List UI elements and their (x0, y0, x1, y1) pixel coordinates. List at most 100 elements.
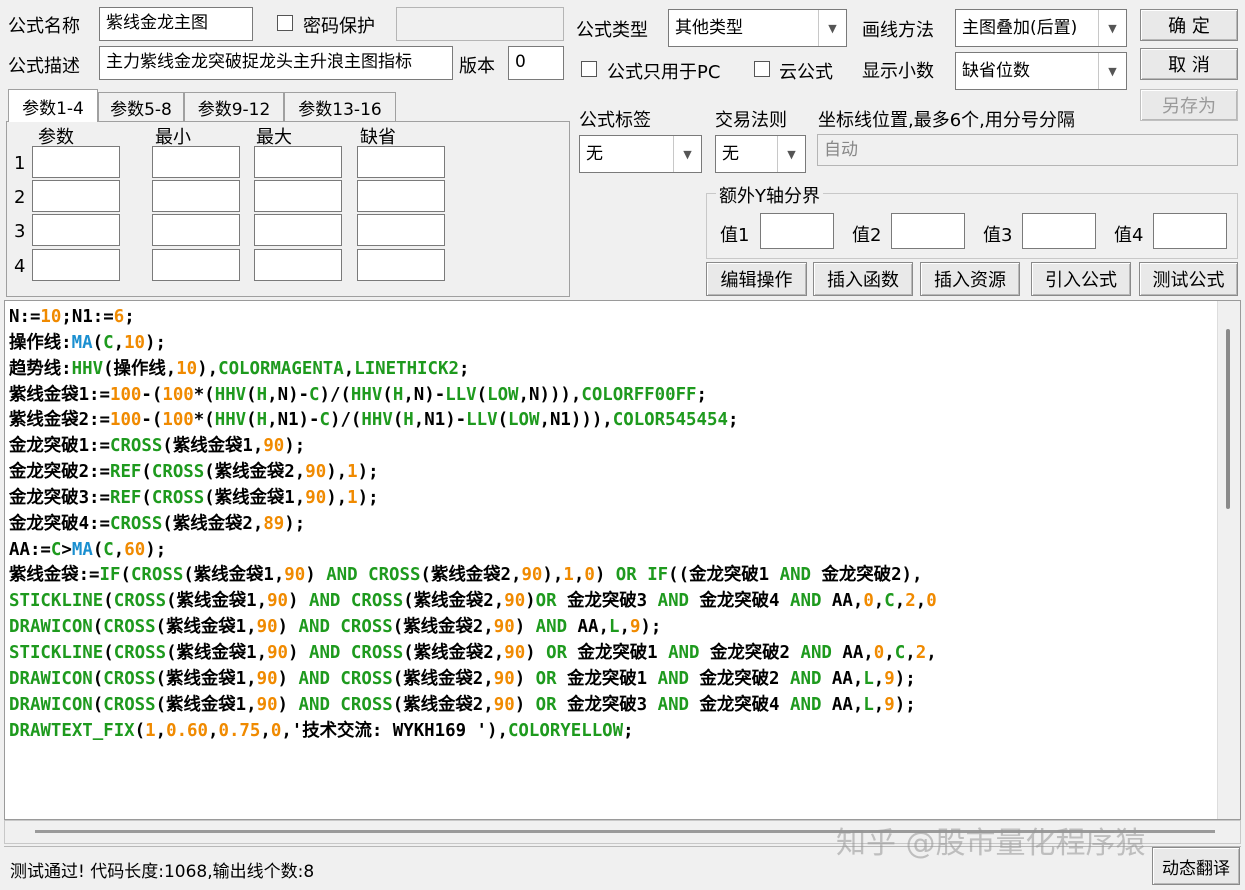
y3-label: 值3 (983, 225, 1013, 246)
status-text: 测试通过! 代码长度:1068,输出线个数:8 (10, 862, 315, 882)
coord-input[interactable]: 自动 (817, 134, 1238, 166)
param-row-label: 3 (14, 221, 26, 242)
watermark: 知乎 @股市量化程序猿 (836, 826, 1146, 861)
y1-label: 值1 (720, 225, 750, 246)
code-line: 操作线:MA(C,10); (9, 332, 166, 353)
param-1-name[interactable] (32, 146, 120, 178)
tab-params-5-8[interactable]: 参数5-8 (98, 92, 184, 122)
chevron-down-icon[interactable]: ▼ (1098, 53, 1126, 89)
param-1-max[interactable] (254, 146, 342, 178)
draw-method-value: 主图叠加(后置) (962, 18, 1078, 38)
tag-label: 公式标签 (579, 110, 651, 131)
chevron-down-icon[interactable]: ▼ (1098, 10, 1126, 46)
insert-resource-button[interactable]: 插入资源 (920, 262, 1020, 296)
param-3-min[interactable] (152, 214, 240, 246)
tag-select[interactable]: 无 ▼ (579, 135, 702, 173)
code-line: DRAWICON(CROSS(紫线金袋1,90) AND CROSS(紫线金袋2… (9, 694, 916, 715)
vertical-scrollbar[interactable] (1217, 301, 1240, 819)
version-label: 版本 (459, 56, 495, 77)
translate-button[interactable]: 动态翻译 (1152, 847, 1240, 885)
tag-value: 无 (586, 144, 603, 164)
draw-method-select[interactable]: 主图叠加(后置) ▼ (955, 9, 1127, 47)
formula-desc-input[interactable]: 主力紫线金龙突破捉龙头主升浪主图指标 (99, 46, 453, 80)
chevron-down-icon[interactable]: ▼ (818, 10, 846, 46)
test-formula-button[interactable]: 测试公式 (1139, 262, 1238, 296)
code-line: 紫线金袋:=IF(CROSS(紫线金袋1,90) AND CROSS(紫线金袋2… (9, 565, 923, 586)
param-4-min[interactable] (152, 249, 240, 281)
coord-label: 坐标线位置,最多6个,用分号分隔 (818, 110, 1075, 131)
param-2-max[interactable] (254, 180, 342, 212)
type-label: 公式类型 (576, 20, 648, 41)
param-1-default[interactable] (357, 146, 445, 178)
import-formula-button[interactable]: 引入公式 (1031, 262, 1131, 296)
param-3-max[interactable] (254, 214, 342, 246)
y2-label: 值2 (852, 225, 882, 246)
code-line: DRAWICON(CROSS(紫线金袋1,90) AND CROSS(紫线金袋2… (9, 617, 662, 638)
code-line: 金龙突破2:=REF(CROSS(紫线金袋2,90),1); (9, 462, 379, 483)
param-3-name[interactable] (32, 214, 120, 246)
code-line: STICKLINE(CROSS(紫线金袋1,90) AND CROSS(紫线金袋… (9, 642, 937, 663)
cloud-checkbox[interactable] (754, 61, 770, 77)
code-line: 趋势线:HHV(操作线,10),COLORMAGENTA,LINETHICK2; (9, 358, 470, 379)
pc-only-label: 公式只用于PC (607, 62, 721, 83)
save-as-button[interactable]: 另存为 (1140, 89, 1238, 121)
y4-input[interactable] (1153, 213, 1227, 249)
desc-label: 公式描述 (8, 56, 80, 77)
edit-ops-button[interactable]: 编辑操作 (706, 262, 807, 296)
decimal-label: 显示小数 (862, 61, 934, 82)
param-4-default[interactable] (357, 249, 445, 281)
trade-label: 交易法则 (715, 110, 787, 131)
code-text[interactable]: N:=10;N1:=6; 操作线:MA(C,10); 趋势线:HHV(操作线,10)… (9, 305, 1216, 819)
code-line: DRAWICON(CROSS(紫线金袋1,90) AND CROSS(紫线金袋2… (9, 668, 916, 689)
param-4-name[interactable] (32, 249, 120, 281)
y3-input[interactable] (1022, 213, 1096, 249)
chevron-down-icon[interactable]: ▼ (673, 136, 701, 172)
tab-params-9-12[interactable]: 参数9-12 (184, 92, 284, 122)
code-line: 紫线金袋1:=100-(100*(HHV(H,N)-C)/(HHV(H,N)-L… (9, 384, 708, 405)
param-row-label: 4 (14, 256, 26, 277)
code-line: N:=10;N1:=6; (9, 307, 135, 327)
code-line: 金龙突破3:=REF(CROSS(紫线金袋1,90),1); (9, 487, 379, 508)
param-row-label: 2 (14, 187, 26, 208)
param-2-default[interactable] (357, 180, 445, 212)
yaxis-group-label: 额外Y轴分界 (716, 182, 823, 208)
trade-select[interactable]: 无 ▼ (715, 135, 806, 173)
param-3-default[interactable] (357, 214, 445, 246)
param-2-min[interactable] (152, 180, 240, 212)
param-1-min[interactable] (152, 146, 240, 178)
code-line: DRAWTEXT_FIX(1,0.60,0.75,0,'技术交流: WYKH16… (9, 720, 634, 741)
code-line: 金龙突破1:=CROSS(紫线金袋1,90); (9, 436, 306, 457)
code-line: AA:=C>MA(C,60); (9, 539, 167, 560)
name-label: 公式名称 (8, 16, 80, 37)
tab-params-13-16[interactable]: 参数13-16 (284, 92, 396, 122)
param-2-name[interactable] (32, 180, 120, 212)
draw-method-label: 画线方法 (862, 20, 934, 41)
type-value: 其他类型 (675, 18, 743, 38)
param-row-label: 1 (14, 153, 26, 174)
chevron-down-icon[interactable]: ▼ (777, 136, 805, 172)
code-line: 金龙突破4:=CROSS(紫线金袋2,89); (9, 513, 306, 534)
y2-input[interactable] (891, 213, 965, 249)
pc-only-checkbox[interactable] (581, 61, 597, 77)
password-input[interactable] (396, 7, 564, 41)
ok-button[interactable]: 确 定 (1140, 9, 1238, 41)
param-4-max[interactable] (254, 249, 342, 281)
y4-label: 值4 (1114, 225, 1144, 246)
password-checkbox[interactable] (277, 15, 293, 31)
cancel-button[interactable]: 取 消 (1140, 48, 1238, 80)
cloud-label: 云公式 (779, 62, 833, 83)
insert-function-button[interactable]: 插入函数 (813, 262, 913, 296)
formula-name-input[interactable]: 紫线金龙主图 (99, 7, 253, 41)
type-select[interactable]: 其他类型 ▼ (668, 9, 847, 47)
code-line: 紫线金袋2:=100-(100*(HHV(H,N1)-C)/(HHV(H,N1)… (9, 410, 739, 431)
code-line: STICKLINE(CROSS(紫线金袋1,90) AND CROSS(紫线金袋… (9, 591, 937, 612)
scrollbar-thumb[interactable] (1226, 329, 1230, 509)
tab-params-1-4[interactable]: 参数1-4 (8, 89, 98, 122)
decimal-select[interactable]: 缺省位数 ▼ (955, 52, 1127, 90)
decimal-value: 缺省位数 (962, 61, 1030, 81)
trade-value: 无 (722, 144, 739, 164)
code-editor[interactable]: N:=10;N1:=6; 操作线:MA(C,10); 趋势线:HHV(操作线,10)… (4, 300, 1241, 820)
version-input[interactable]: 0 (508, 46, 564, 80)
password-label: 密码保护 (303, 16, 375, 37)
y1-input[interactable] (760, 213, 834, 249)
